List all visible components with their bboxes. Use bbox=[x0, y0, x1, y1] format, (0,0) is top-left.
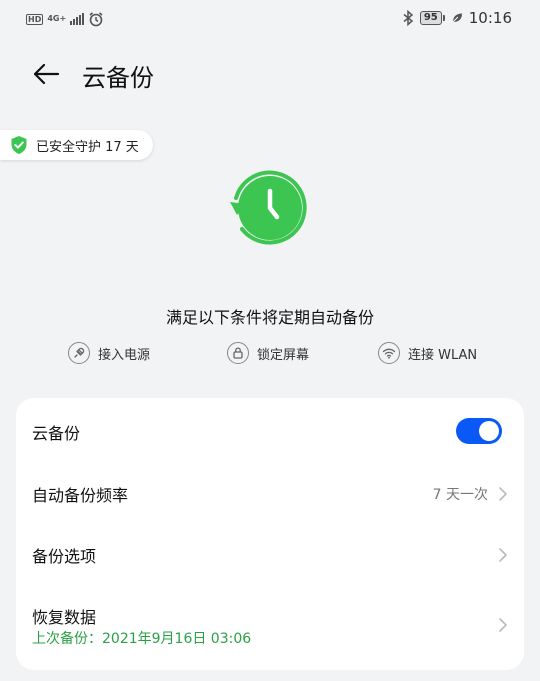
backup-options-label: 备份选项 bbox=[32, 547, 97, 566]
conditions-list: 接入电源 锁定屏幕 连接 WLAN bbox=[0, 342, 540, 368]
conditions-title: 满足以下条件将定期自动备份 bbox=[165, 308, 374, 327]
eco-leaf-icon bbox=[452, 13, 462, 23]
cloud-backup-toggle[interactable] bbox=[456, 418, 502, 444]
protection-days-text: 已安全守护 17 天 bbox=[36, 139, 139, 155]
arrow-left-icon bbox=[33, 63, 60, 85]
bluetooth-icon bbox=[403, 10, 414, 26]
plug-icon bbox=[68, 342, 90, 364]
restore-data-row[interactable]: 恢复数据 上次备份：2021年9月16日 03:06 bbox=[16, 584, 524, 664]
protection-days-chip: 已安全守护 17 天 bbox=[0, 130, 153, 160]
settings-card: 云备份 自动备份频率 7 天一次 备份选项 恢复数据 上次备份：2021年9月1… bbox=[16, 398, 524, 670]
clock: 10:16 bbox=[468, 9, 512, 27]
condition-label: 接入电源 bbox=[98, 347, 151, 363]
backup-frequency-value: 7 天一次 bbox=[432, 487, 488, 503]
backup-clock-icon bbox=[222, 160, 318, 256]
shield-check-icon bbox=[11, 136, 27, 154]
alarm-icon bbox=[89, 12, 103, 27]
restore-data-label: 恢复数据 bbox=[32, 608, 97, 627]
chevron-right-icon bbox=[499, 487, 507, 501]
condition-wlan: 连接 WLAN bbox=[378, 342, 477, 364]
battery-icon: 95 bbox=[419, 11, 445, 25]
battery-level: 95 bbox=[419, 11, 442, 25]
wifi-icon bbox=[378, 342, 400, 364]
toggle-knob bbox=[479, 421, 499, 441]
network-type: 4G+ bbox=[47, 14, 67, 23]
cloud-backup-row[interactable]: 云备份 bbox=[16, 398, 524, 464]
signal-icon bbox=[70, 13, 85, 25]
last-backup-text: 上次备份：2021年9月16日 03:06 bbox=[32, 631, 252, 647]
backup-options-row[interactable]: 备份选项 bbox=[16, 524, 524, 584]
chevron-right-icon bbox=[499, 618, 507, 632]
cloud-backup-label: 云备份 bbox=[32, 424, 81, 443]
chevron-right-icon bbox=[499, 548, 507, 562]
page-title: 云备份 bbox=[82, 64, 154, 92]
backup-frequency-row[interactable]: 自动备份频率 7 天一次 bbox=[16, 464, 524, 524]
condition-lock-screen: 锁定屏幕 bbox=[227, 342, 309, 364]
backup-frequency-label: 自动备份频率 bbox=[32, 486, 129, 505]
condition-label: 连接 WLAN bbox=[408, 347, 478, 363]
app-header: 云备份 bbox=[0, 50, 540, 100]
status-bar: HD 4G+ 95 10:16 bbox=[0, 0, 540, 38]
condition-label: 锁定屏幕 bbox=[257, 347, 310, 363]
status-right: 95 10:16 bbox=[402, 9, 512, 27]
status-left: HD 4G+ bbox=[26, 11, 104, 27]
back-button[interactable] bbox=[28, 58, 64, 90]
hd-voice-badge: HD bbox=[26, 13, 44, 25]
lock-icon bbox=[227, 342, 249, 364]
condition-power: 接入电源 bbox=[68, 342, 150, 364]
